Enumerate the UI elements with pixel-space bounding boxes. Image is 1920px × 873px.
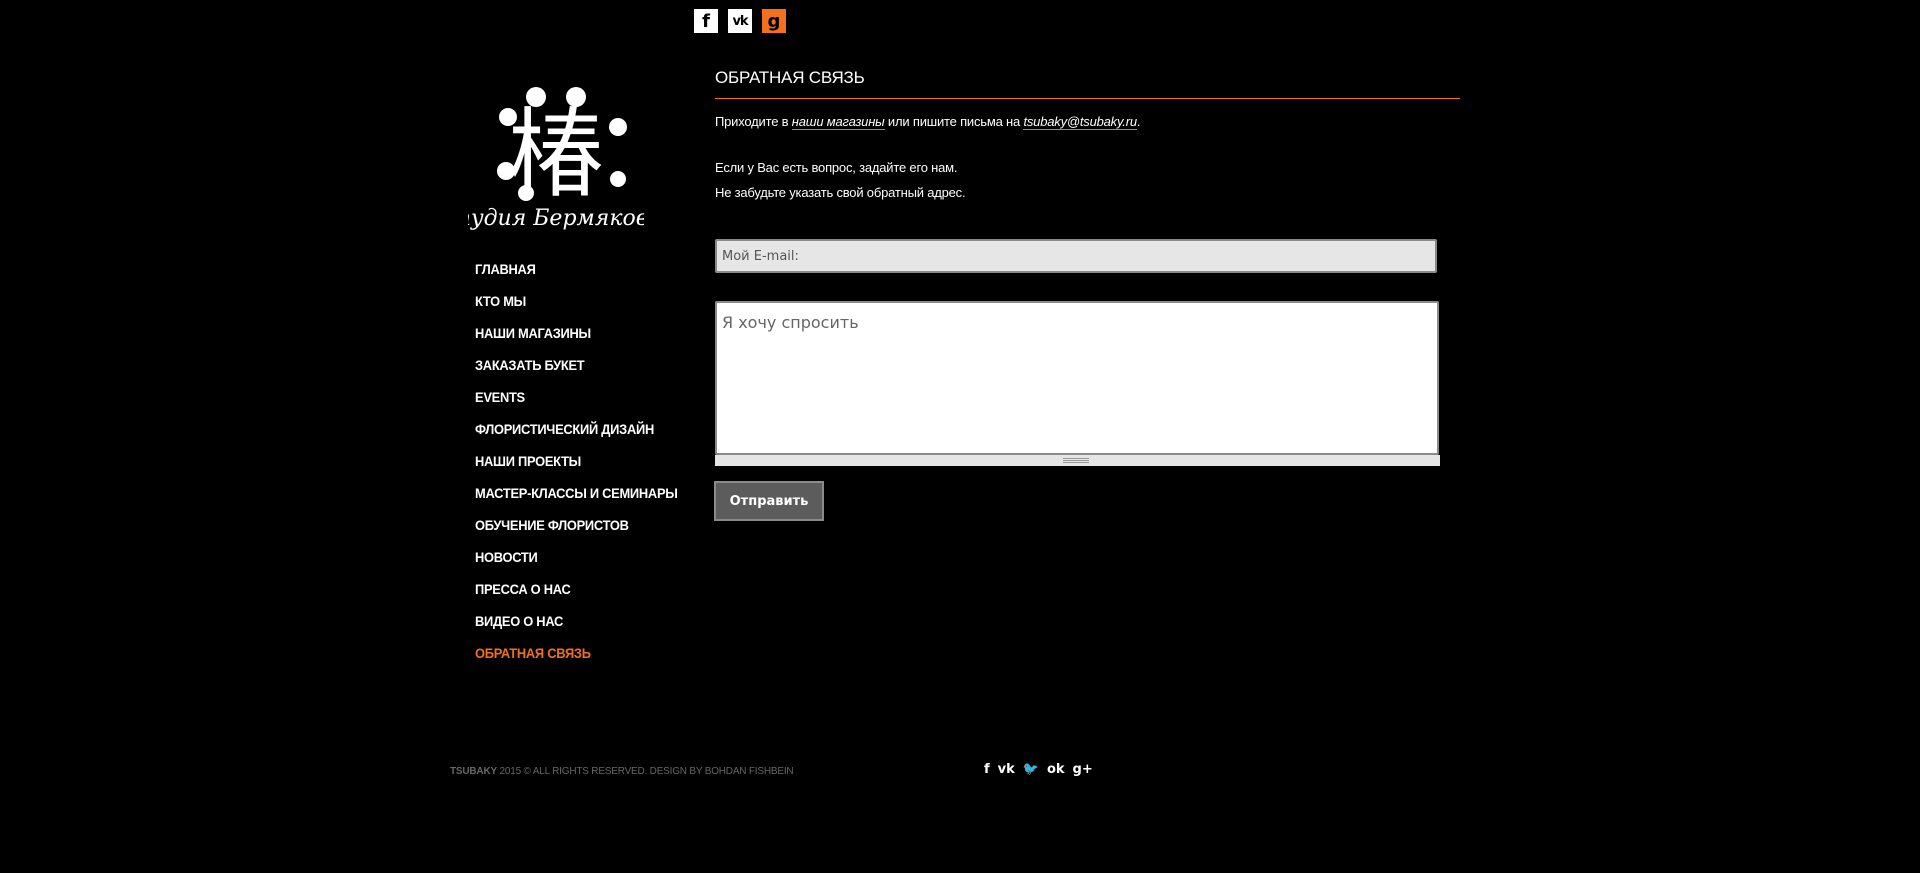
question-text: Если у Вас есть вопрос, задайте его нам.… <box>715 155 1460 205</box>
nav-item-master-classes[interactable]: МАСТЕР-КЛАССЫ И СЕМИНАРЫ <box>475 482 678 514</box>
vk-icon[interactable]: vk <box>728 9 752 33</box>
resize-grip-icon <box>1063 458 1089 463</box>
shops-link[interactable]: наши магазины <box>791 114 885 130</box>
nav-item-press[interactable]: ПРЕССА О НАС <box>475 578 678 610</box>
question-line-1: Если у Вас есть вопрос, задайте его нам. <box>715 160 958 175</box>
submit-button[interactable]: Отправить <box>714 481 824 521</box>
nav-item-about[interactable]: КТО МЫ <box>475 290 678 322</box>
logo-image: 椿 Студия Бермяковых <box>433 87 679 231</box>
logo-mark: 椿 <box>508 98 604 210</box>
nav-item-projects[interactable]: НАШИ ПРОЕКТЫ <box>475 450 678 482</box>
google-plus-icon[interactable]: g+ <box>1073 762 1093 777</box>
logo[interactable]: 椿 Студия Бермяковых <box>433 75 679 233</box>
footer-social: f vk 🐦 ok g+ <box>984 762 1093 777</box>
facebook-icon[interactable]: f <box>694 9 718 33</box>
nav-item-shops[interactable]: НАШИ МАГАЗИНЫ <box>475 322 678 354</box>
footer-copyright-text: 2015 © ALL RIGHTS RESERVED. DESIGN BY BO… <box>496 766 794 777</box>
facebook-icon[interactable]: f <box>984 762 990 777</box>
nav-item-order-bouquet[interactable]: ЗАКАЗАТЬ БУКЕТ <box>475 354 678 386</box>
intro-middle: или пишите письма на <box>884 114 1024 129</box>
nav-item-video[interactable]: ВИДЕО О НАС <box>475 610 678 642</box>
odnoklassniki-icon[interactable]: g <box>762 9 786 33</box>
main-content: ОБРАТНАЯ СВЯЗЬ Приходите в наши магазины… <box>715 68 1460 205</box>
sidebar-nav: ГЛАВНАЯ КТО МЫ НАШИ МАГАЗИНЫ ЗАКАЗАТЬ БУ… <box>475 258 695 674</box>
intro-text: Приходите в наши магазины или пишите пис… <box>715 114 1460 130</box>
footer-brand: TSUBAKY <box>450 766 497 777</box>
email-link[interactable]: tsubaky@tsubaky.ru <box>1023 114 1137 130</box>
nav-item-training[interactable]: ОБУЧЕНИЕ ФЛОРИСТОВ <box>475 514 678 546</box>
email-field[interactable]: Мой E-mail: <box>715 239 1437 273</box>
nav-item-news[interactable]: НОВОСТИ <box>475 546 678 578</box>
nav-item-feedback[interactable]: ОБРАТНАЯ СВЯЗЬ <box>475 642 678 674</box>
footer-copyright: TSUBAKY 2015 © ALL RIGHTS RESERVED. DESI… <box>450 766 794 777</box>
textarea-resize-handle[interactable] <box>715 455 1440 466</box>
page-title: ОБРАТНАЯ СВЯЗЬ <box>715 68 1460 99</box>
vk-icon[interactable]: vk <box>998 762 1015 777</box>
logo-caption: Студия Бермяковых <box>468 206 644 231</box>
twitter-icon[interactable]: 🐦 <box>1023 762 1039 777</box>
odnoklassniki-icon[interactable]: ok <box>1047 762 1065 777</box>
intro-after: . <box>1136 114 1141 129</box>
nav-item-events[interactable]: EVENTS <box>475 386 678 418</box>
message-field[interactable]: Я хочу спросить <box>715 301 1439 455</box>
nav-item-home[interactable]: ГЛАВНАЯ <box>475 258 678 290</box>
intro-before: Приходите в <box>715 114 792 129</box>
question-line-2: Не забудьте указать свой обратный адрес. <box>715 185 966 200</box>
header-social: f vk g <box>694 9 786 33</box>
nav-item-floral-design[interactable]: ФЛОРИСТИЧЕСКИЙ ДИЗАЙН <box>475 418 678 450</box>
